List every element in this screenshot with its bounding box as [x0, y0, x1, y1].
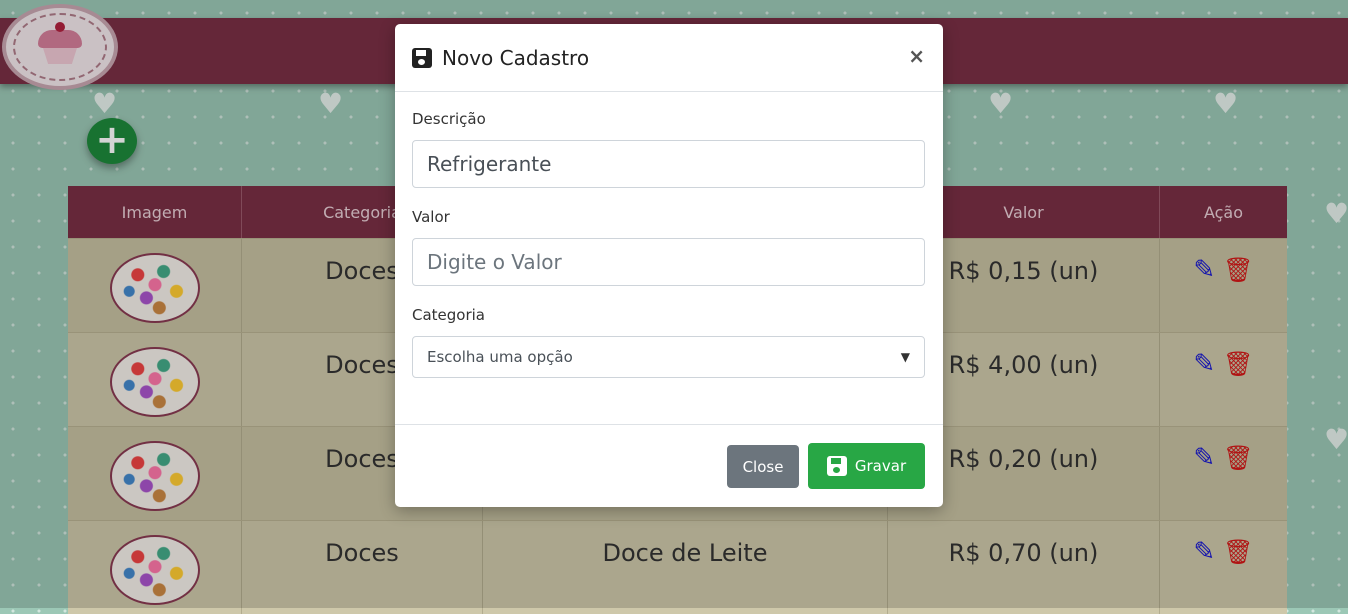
modal-title: Novo Cadastro [442, 45, 590, 70]
floppy-disk-icon [412, 47, 432, 68]
valor-input[interactable] [412, 238, 925, 286]
save-button-label: Gravar [854, 457, 907, 475]
categoria-selected-value: Escolha uma opção [427, 348, 573, 366]
categoria-label: Categoria [412, 306, 486, 324]
modal-body: Descrição Valor Categoria Escolha uma op… [395, 92, 943, 378]
close-icon[interactable]: × [908, 44, 925, 68]
floppy-disk-icon [826, 456, 847, 476]
categoria-select[interactable]: Escolha uma opção ▼ [412, 336, 925, 378]
chevron-down-icon: ▼ [900, 350, 910, 364]
close-button[interactable]: Close [727, 445, 799, 488]
descricao-label: Descrição [412, 110, 486, 128]
valor-label: Valor [412, 208, 450, 226]
modal-footer: Close Gravar [395, 424, 943, 507]
modal-header: Novo Cadastro × [395, 24, 943, 92]
new-record-modal: Novo Cadastro × Descrição Valor Categori… [395, 24, 943, 507]
descricao-input[interactable] [412, 140, 925, 188]
save-button[interactable]: Gravar [808, 443, 925, 489]
